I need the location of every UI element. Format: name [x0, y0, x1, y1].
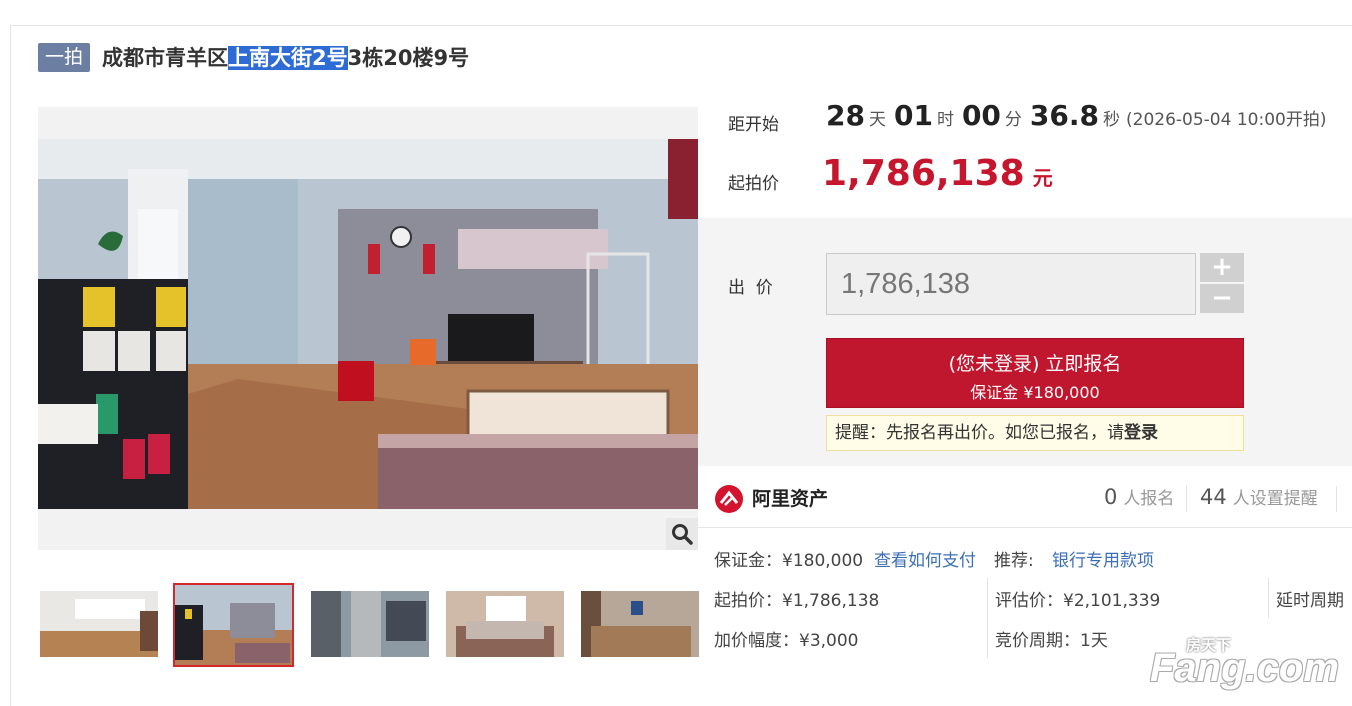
countdown-hours: 01 — [893, 99, 933, 132]
deposit-info: 保证金：¥180,000 — [714, 551, 864, 571]
reminder-count-label: 人设置提醒 — [1232, 489, 1318, 509]
how-to-pay-link[interactable]: 查看如何支付 — [874, 546, 976, 571]
signup-count-number: 0 — [1104, 485, 1118, 509]
thumbnail-5[interactable] — [581, 591, 699, 657]
signup-count-label: 人报名 — [1123, 489, 1175, 509]
thumbnail-strip — [38, 583, 699, 667]
platform-row: 阿里资产 0 人报名 44 人设置提醒 — [698, 468, 1352, 528]
bid-label: 出 价 — [728, 278, 773, 298]
start-price-label: 起拍价 — [728, 174, 779, 194]
main-photo-viewer[interactable] — [38, 107, 698, 550]
watermark-brand: Fang.com — [1150, 646, 1339, 690]
register-deposit: 保证金 ¥180,000 — [970, 383, 1100, 402]
thumbnail-1[interactable] — [40, 591, 158, 657]
countdown-minutes: 00 — [961, 99, 1001, 132]
reminder-count: 44 人设置提醒 — [1200, 484, 1318, 509]
recommend-label: 推荐: — [994, 551, 1034, 571]
bid-period: 竞价周期：1天 — [995, 631, 1108, 651]
seconds-unit: 秒 — [1103, 110, 1120, 130]
countdown-label: 距开始 — [728, 115, 779, 135]
detail-column-divider — [987, 578, 988, 658]
signup-count: 0 人报名 — [1104, 484, 1174, 509]
fang-watermark-logo: 房天下 Fang.com — [1150, 630, 1340, 700]
magnifier-icon — [672, 524, 693, 545]
thumbnail-3[interactable] — [311, 591, 429, 657]
countdown-seconds: 36.8 — [1029, 99, 1099, 132]
delay-period: 延时周期 — [1276, 591, 1344, 611]
login-link[interactable]: 登录 — [1124, 423, 1158, 443]
register-button[interactable]: (您未登录) 立即报名 保证金 ¥180,000 — [826, 338, 1244, 408]
reminder-text: 提醒：先报名再出价。如您已报名，请 — [835, 423, 1124, 443]
auction-round-badge: 一拍 — [38, 42, 91, 72]
stat-divider — [1186, 486, 1187, 512]
bid-increment: 加价幅度：¥3,000 — [714, 631, 859, 651]
title-district: 成都市青羊区 — [102, 46, 229, 70]
thumbnail-4[interactable] — [446, 591, 564, 657]
hours-unit: 时 — [936, 110, 954, 130]
minutes-unit: 分 — [1004, 110, 1022, 130]
title-row: 一拍 成都市青羊区上南大街2号3栋20楼9号 — [38, 42, 469, 72]
countdown-days: 28 — [826, 99, 865, 132]
bank-payment-link[interactable]: 银行专用款项 — [1052, 546, 1154, 571]
title-street-highlight: 上南大街2号 — [228, 46, 348, 70]
login-reminder: 提醒：先报名再出价。如您已报名，请登录 — [826, 415, 1244, 451]
increase-bid-button[interactable]: + — [1200, 253, 1244, 282]
days-unit: 天 — [868, 110, 886, 130]
start-price: 1,786,138 元 — [822, 153, 1053, 194]
zoom-button[interactable] — [666, 518, 698, 550]
price-unit: 元 — [1032, 166, 1053, 190]
bid-amount-input[interactable]: 1,786,138 — [826, 253, 1196, 315]
register-button-label: (您未登录) 立即报名 — [948, 353, 1122, 375]
countdown-timer: 28 天 01 时 00 分 36.8 秒 (2026-05-04 10:00开拍) — [826, 99, 1326, 132]
page-title: 成都市青羊区上南大街2号3栋20楼9号 — [102, 42, 469, 72]
start-price-detail: 起拍价：¥1,786,138 — [714, 591, 880, 611]
start-time: (2026-05-04 10:00开拍) — [1126, 110, 1327, 130]
living-room-photo — [38, 139, 698, 509]
bid-panel: 出 价 1,786,138 + − (您未登录) 立即报名 保证金 ¥180,0… — [698, 218, 1352, 466]
thumbnail-2-selected[interactable] — [173, 583, 294, 667]
reminder-count-number: 44 — [1200, 485, 1227, 509]
platform-name: 阿里资产 — [752, 488, 829, 510]
title-building: 3栋20楼9号 — [347, 46, 470, 70]
ali-assets-logo-icon — [715, 485, 743, 513]
start-price-value: 1,786,138 — [822, 153, 1025, 194]
stat-divider-2 — [1336, 486, 1337, 512]
decrease-bid-button[interactable]: − — [1200, 284, 1244, 313]
detail-column-divider-2 — [1268, 578, 1269, 618]
appraisal-price: 评估价：¥2,101,339 — [995, 591, 1161, 611]
